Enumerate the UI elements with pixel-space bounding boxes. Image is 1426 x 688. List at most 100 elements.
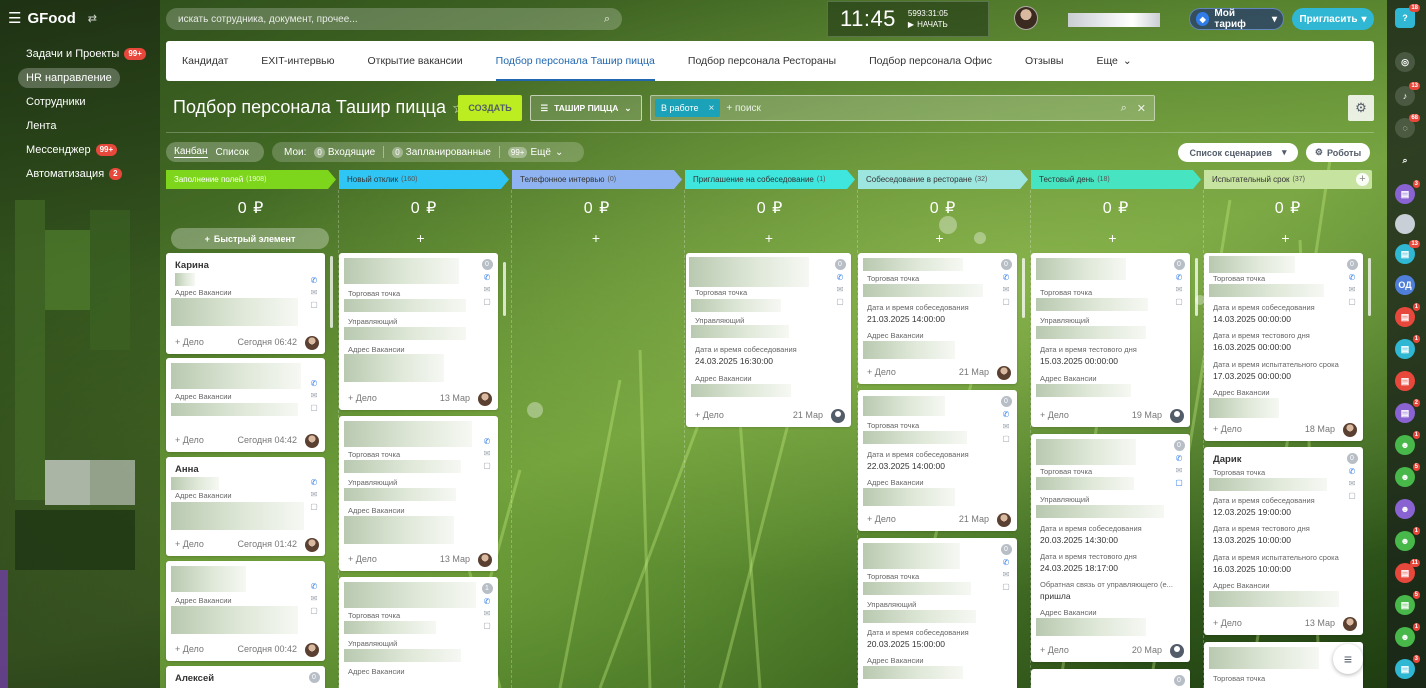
contact-card-icon[interactable]: ▤ 2	[1395, 399, 1420, 423]
view-list[interactable]: Список	[216, 147, 249, 158]
chat-icon[interactable]: ▢	[483, 462, 491, 470]
add-deal-link[interactable]: + Дело	[1213, 618, 1242, 628]
search-icon[interactable]: ⌕	[604, 13, 610, 26]
kanban-card[interactable]: Торговая точка Управляющий Дата и время …	[858, 538, 1017, 688]
clock-start-button[interactable]: ▶ НАЧАТЬ	[908, 19, 948, 30]
chat-fab-button[interactable]: ≡	[1333, 644, 1363, 674]
mail-icon[interactable]: ✉	[1003, 286, 1010, 294]
chat-icon[interactable]: ▢	[1175, 479, 1183, 487]
column-header[interactable]: Собеседование в ресторане (32)	[858, 170, 1028, 189]
add-card-button[interactable]: +	[512, 230, 680, 246]
group-icon[interactable]: ☻ 1	[1395, 431, 1420, 455]
mail-icon[interactable]: ✉	[484, 450, 491, 458]
tariff-button[interactable]: ◆ Мой тариф ▾	[1189, 8, 1284, 30]
add-deal-link[interactable]: + Дело	[1040, 645, 1069, 655]
column-scrollbar[interactable]	[503, 262, 506, 316]
tab-vacancy-opening[interactable]: Открытие вакансии	[368, 41, 463, 81]
sidebar-item-automation[interactable]: Автоматизация 2	[18, 164, 158, 184]
group-icon[interactable]: ☻	[1395, 499, 1415, 519]
mail-icon[interactable]: ✉	[837, 286, 844, 294]
column-scrollbar[interactable]	[330, 256, 333, 328]
swap-icon[interactable]: ⇄	[88, 12, 97, 25]
chat-icon[interactable]: ▢	[310, 503, 318, 511]
search-icon[interactable]: ⌕	[1121, 102, 1127, 115]
user-name-blurred[interactable]	[1068, 13, 1160, 27]
tab-exit-interview[interactable]: EXIT-интервью	[261, 41, 334, 81]
counter-planned[interactable]: 0 Запланированные	[392, 146, 491, 158]
quick-add-button[interactable]: + Быстрый элемент	[171, 228, 329, 249]
kanban-card[interactable]: Торговая точка Управляющий Дата и время …	[1031, 253, 1190, 427]
add-card-button[interactable]: +	[685, 230, 853, 246]
brand-logo[interactable]: GFood	[27, 10, 75, 27]
chat-icon[interactable]: ▢	[1002, 298, 1010, 306]
column-header[interactable]: Тестовый день (18)	[1031, 170, 1201, 189]
responsible-avatar[interactable]	[1170, 409, 1184, 423]
column-header[interactable]: Телефонное интервью (0)	[512, 170, 682, 189]
column-scrollbar[interactable]	[1368, 258, 1371, 316]
add-deal-link[interactable]: + Дело	[867, 514, 896, 524]
phone-icon[interactable]: ✆	[311, 277, 318, 285]
phone-icon[interactable]: ✆	[484, 598, 491, 606]
kanban-card[interactable]: Торговая точка Управляющий Дата и время …	[686, 253, 851, 427]
responsible-avatar[interactable]	[305, 643, 319, 657]
contact-card-icon[interactable]: ▤ 3	[1395, 180, 1420, 204]
counter-more[interactable]: 99+ Ещё ⌄	[507, 146, 563, 158]
add-deal-link[interactable]: + Дело	[175, 337, 204, 347]
sidebar-item-messenger[interactable]: Мессенджер 99+	[18, 140, 158, 160]
counter-incoming[interactable]: 0 Входящие	[314, 146, 375, 158]
settings-gear-button[interactable]: ⚙	[1348, 95, 1374, 121]
contact-card-icon[interactable]: ▤ 13	[1395, 240, 1420, 264]
add-card-button[interactable]: +	[339, 230, 502, 246]
chat-icon[interactable]: ▢	[483, 298, 491, 306]
mail-icon[interactable]: ✉	[1003, 571, 1010, 579]
group-icon[interactable]: ☻ 1	[1395, 623, 1420, 647]
menu-burger-icon[interactable]: ☰	[8, 11, 21, 26]
phone-icon[interactable]: ✆	[311, 380, 318, 388]
add-deal-link[interactable]: + Дело	[175, 539, 204, 549]
chat-icon[interactable]: ▢	[310, 607, 318, 615]
add-deal-link[interactable]: + Дело	[867, 367, 896, 377]
tab-hiring-tashir[interactable]: Подбор персонала Ташир пицца	[495, 41, 656, 81]
responsible-avatar[interactable]	[831, 409, 845, 423]
search-icon[interactable]: ⌕	[1395, 150, 1415, 170]
comments-icon[interactable]: ◌ 68	[1395, 114, 1420, 138]
tab-more[interactable]: Еще ⌄	[1096, 41, 1131, 81]
user-avatar[interactable]	[1014, 6, 1038, 30]
chat-icon[interactable]: ▢	[483, 622, 491, 630]
contact-card-icon[interactable]: ▤ 5	[1395, 591, 1420, 615]
chat-icon[interactable]: ▢	[1002, 583, 1010, 591]
add-deal-link[interactable]: + Дело	[348, 393, 377, 403]
chat-icon[interactable]: ▢	[1348, 492, 1356, 500]
chat-icon[interactable]: ▢	[1002, 435, 1010, 443]
kanban-card[interactable]: Адрес Вакансии ✆ ✉ ▢ + Дело Сегодня 00:42	[166, 561, 325, 661]
mail-icon[interactable]: ✉	[1176, 286, 1183, 294]
clear-icon[interactable]: ✕	[1137, 102, 1146, 115]
kanban-card[interactable]: Торговая точка Управляющий Адрес Ваканси…	[339, 253, 498, 410]
scenarios-button[interactable]: Список сценариев ▾	[1178, 143, 1298, 162]
mail-icon[interactable]: ✉	[484, 286, 491, 294]
column-header[interactable]: Новый отклик (160)	[339, 170, 509, 189]
kanban-card[interactable]: Торговая точка Управляющий Дата и время …	[1031, 434, 1190, 662]
chat-icon[interactable]: ▢	[310, 301, 318, 309]
copilot-icon[interactable]: ◎	[1395, 52, 1415, 72]
kanban-card[interactable]: Адрес Вакансии ✆ ✉ ▢ + Дело Сегодня 04:42	[166, 358, 325, 452]
phone-icon[interactable]: ✆	[837, 274, 844, 282]
phone-icon[interactable]: ✆	[484, 274, 491, 282]
chat-icon[interactable]: ▢	[836, 298, 844, 306]
contact-card-icon[interactable]: ▤ 1	[1395, 335, 1420, 359]
phone-icon[interactable]: ✆	[1003, 411, 1010, 419]
sidebar-item-employees[interactable]: Сотрудники	[18, 92, 158, 112]
kanban-card[interactable]: Анна Адрес Вакансии ✆ ✉ ▢ + Дело Сегодня 0…	[166, 457, 325, 556]
responsible-avatar[interactable]	[997, 366, 1011, 380]
kanban-card[interactable]: Торговая точка Управляющий Адрес Ваканси…	[339, 577, 498, 688]
user-avatar-icon[interactable]	[1395, 214, 1415, 234]
robots-button[interactable]: ⚙ Роботы	[1306, 143, 1370, 162]
add-column-icon[interactable]: +	[1356, 173, 1369, 186]
create-button[interactable]: СОЗДАТЬ	[458, 95, 522, 121]
kanban-card[interactable]: Торговая точка Управляющий Адрес Ваканси…	[339, 416, 498, 571]
kanban-card[interactable]: Торговая точка Дата и время собеседовани…	[858, 253, 1017, 384]
add-card-button[interactable]: +	[1204, 230, 1367, 246]
worktime-clock[interactable]: 11:45 5993:31:05 ▶ НАЧАТЬ	[827, 1, 989, 37]
mail-icon[interactable]: ✉	[311, 491, 318, 499]
filter-chip[interactable]: В работе ×	[655, 99, 721, 117]
